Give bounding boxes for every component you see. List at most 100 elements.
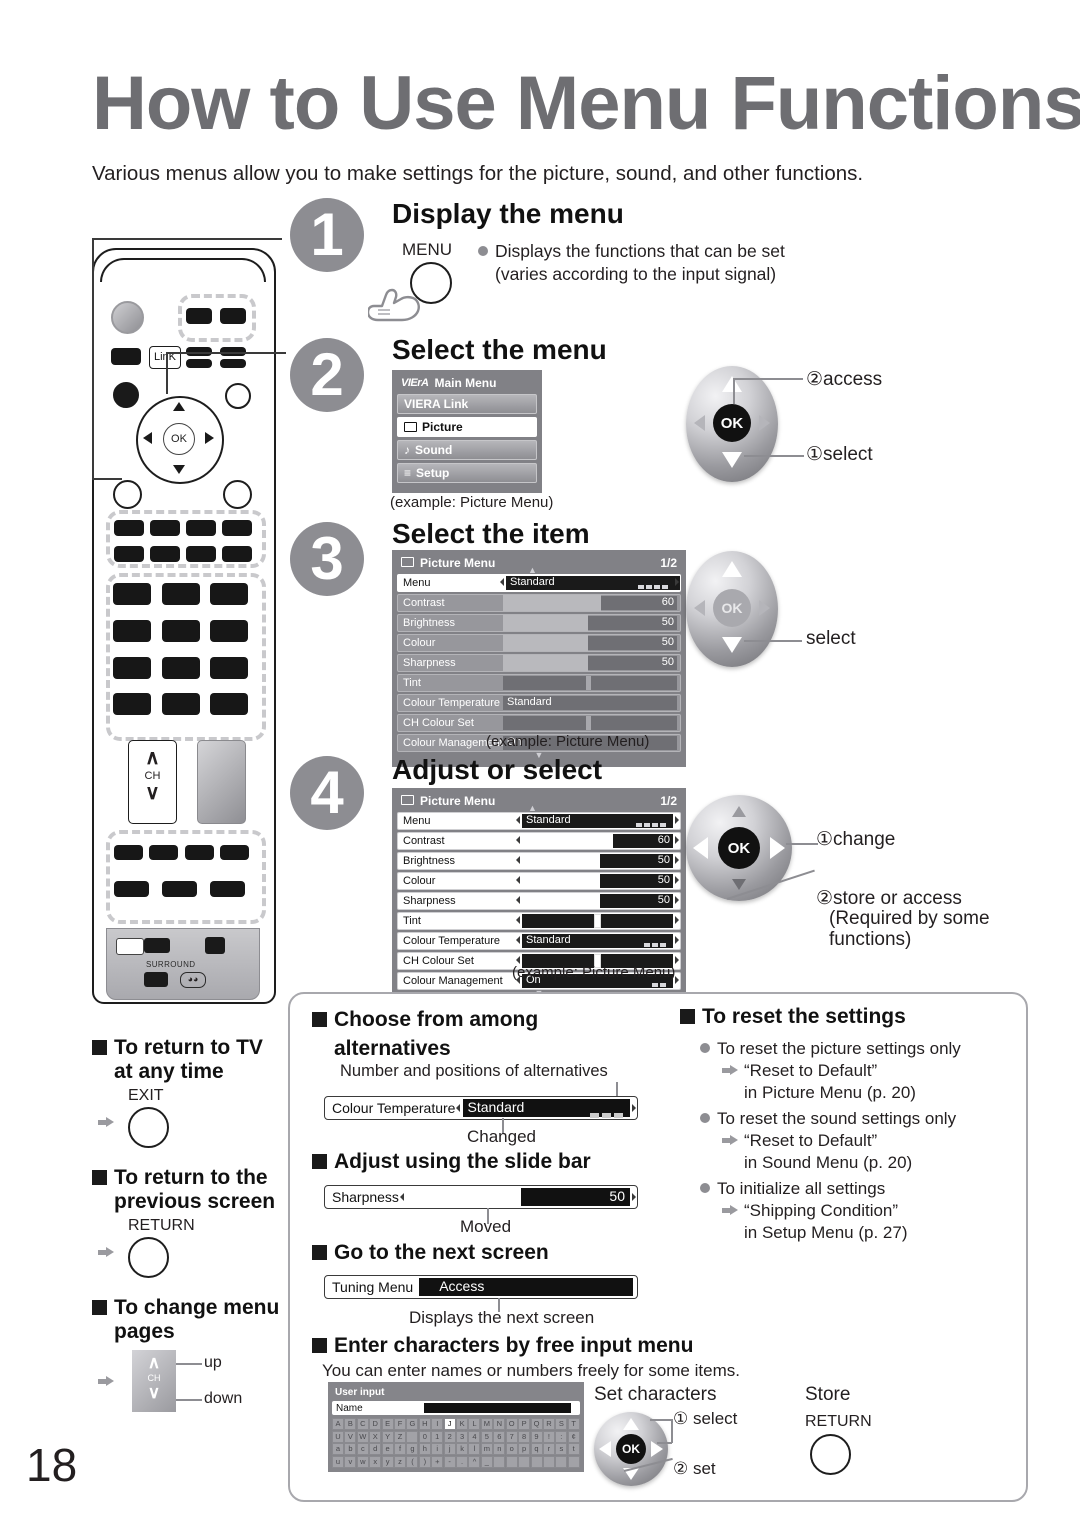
- exit-button-on-remote[interactable]: [113, 480, 142, 509]
- row-value[interactable]: [499, 675, 680, 691]
- remote-button[interactable]: [150, 520, 180, 536]
- right-arrow-icon[interactable]: [675, 836, 679, 844]
- keyboard-key[interactable]: 7: [505, 1430, 518, 1443]
- keyboard-key[interactable]: B: [344, 1418, 357, 1430]
- keyboard-key[interactable]: r: [542, 1443, 555, 1456]
- keyboard-key[interactable]: L: [468, 1418, 481, 1430]
- remote-button[interactable]: [150, 546, 180, 562]
- keyboard-key[interactable]: I: [431, 1418, 444, 1430]
- right-arrow-icon[interactable]: [675, 816, 679, 824]
- row-value[interactable]: 60: [499, 595, 680, 611]
- remote-button[interactable]: [149, 845, 178, 860]
- left-arrow-icon[interactable]: [516, 836, 520, 844]
- remote-button[interactable]: [220, 359, 246, 368]
- remote-button[interactable]: [220, 845, 249, 860]
- keyboard-key[interactable]: 2: [443, 1430, 456, 1443]
- ok-button[interactable]: OK: [616, 1434, 646, 1464]
- menu-row-contrast[interactable]: Contrast 60: [397, 832, 681, 850]
- down-arrow-icon[interactable]: [722, 637, 742, 653]
- keyboard-key[interactable]: u: [332, 1455, 345, 1468]
- menu-row-contrast[interactable]: Contrast 60: [397, 594, 681, 612]
- remote-round-button[interactable]: [225, 383, 251, 409]
- right-arrow-icon[interactable]: [675, 578, 679, 586]
- menu-row-sharpness[interactable]: Sharpness 50: [397, 654, 681, 672]
- keyboard-key[interactable]: M: [480, 1418, 493, 1430]
- row-value[interactable]: 50: [515, 893, 680, 909]
- remote-button[interactable]: [220, 308, 246, 324]
- keyboard-key[interactable]: :: [555, 1430, 568, 1443]
- menu-row-sharpness[interactable]: Sharpness 50: [397, 892, 681, 910]
- keyboard-key[interactable]: Z: [394, 1430, 407, 1443]
- left-arrow-icon[interactable]: [516, 916, 520, 924]
- nav-pad-free-input[interactable]: OK: [594, 1412, 668, 1486]
- keyboard-key[interactable]: O: [505, 1418, 518, 1430]
- remote-button[interactable]: [114, 520, 144, 536]
- channel-down-arrow-icon[interactable]: ∨: [132, 1384, 176, 1401]
- keyboard-key[interactable]: E: [381, 1418, 394, 1430]
- left-arrow-icon[interactable]: [516, 816, 520, 824]
- keyboard-key[interactable]: x: [369, 1455, 382, 1468]
- row-value[interactable]: 50: [499, 635, 680, 651]
- row-value[interactable]: Standard: [515, 813, 680, 829]
- keyboard-key[interactable]: b: [344, 1443, 357, 1456]
- menu-row-menu[interactable]: Menu Standard: [397, 812, 681, 830]
- main-menu-item-picture[interactable]: Picture: [397, 417, 537, 437]
- remote-button[interactable]: [186, 520, 216, 536]
- right-arrow-icon[interactable]: [675, 856, 679, 864]
- up-arrow-icon[interactable]: [722, 561, 742, 577]
- keyboard-key[interactable]: n: [493, 1443, 506, 1456]
- keyboard-key[interactable]: W: [356, 1430, 369, 1443]
- row-value[interactable]: 50: [399, 1186, 637, 1208]
- keyboard-key[interactable]: U: [332, 1430, 345, 1443]
- remote-bottom-button[interactable]: [205, 937, 225, 954]
- menu-row-tint[interactable]: Tint: [397, 912, 681, 930]
- right-arrow-icon[interactable]: [675, 976, 679, 984]
- ok-button[interactable]: OK: [713, 589, 751, 627]
- keyboard-key[interactable]: 0: [418, 1430, 431, 1443]
- channel-up-down-button[interactable]: ∧ CH ∨: [128, 740, 177, 824]
- left-arrow-icon[interactable]: [693, 837, 708, 859]
- row-value[interactable]: 50: [499, 615, 680, 631]
- keyboard-key[interactable]: m: [480, 1443, 493, 1456]
- keyboard-key[interactable]: a: [332, 1443, 345, 1456]
- keyboard-key[interactable]: g: [406, 1443, 419, 1456]
- keyboard-key[interactable]: f: [394, 1443, 407, 1456]
- keyboard-key[interactable]: i: [431, 1443, 444, 1456]
- menu-row-colour[interactable]: Colour 50: [397, 634, 681, 652]
- row-value[interactable]: 50: [499, 655, 680, 671]
- row-value[interactable]: [499, 715, 680, 731]
- keyboard-key[interactable]: v: [344, 1455, 357, 1468]
- remote-button[interactable]: [114, 845, 143, 860]
- keyboard-key[interactable]: 1: [431, 1430, 444, 1443]
- right-arrow-icon[interactable]: [759, 415, 770, 431]
- keyboard-key[interactable]: (: [406, 1455, 419, 1468]
- main-menu-item-sound[interactable]: ♪ Sound: [397, 440, 537, 460]
- remote-bottom-button[interactable]: [116, 938, 144, 955]
- keyboard-key[interactable]: !: [542, 1430, 555, 1443]
- keyboard-key[interactable]: 3: [456, 1430, 469, 1443]
- power-button[interactable]: [111, 301, 144, 334]
- numeric-key[interactable]: [210, 583, 248, 605]
- numeric-key[interactable]: [162, 657, 200, 679]
- nav-pad-step2[interactable]: OK: [686, 366, 778, 482]
- keyboard-key[interactable]: l: [468, 1443, 481, 1456]
- keyboard-key[interactable]: A: [332, 1418, 345, 1430]
- menu-row-colour-temperature[interactable]: Colour Temperature Standard: [397, 694, 681, 712]
- right-arrow-icon[interactable]: [770, 837, 785, 859]
- remote-button[interactable]: [114, 546, 144, 562]
- keyboard-key[interactable]: P: [518, 1418, 531, 1430]
- tip-next-row[interactable]: Tuning Menu Access: [324, 1275, 638, 1299]
- remote-button[interactable]: [222, 546, 252, 562]
- right-arrow-icon[interactable]: [675, 956, 679, 964]
- nav-pad-step4[interactable]: OK: [686, 795, 792, 901]
- left-arrow-icon[interactable]: [456, 1104, 461, 1112]
- keyboard-key[interactable]: d: [369, 1443, 382, 1456]
- remote-round-button[interactable]: [113, 382, 139, 408]
- left-arrow-icon[interactable]: [516, 896, 520, 904]
- left-arrow-icon[interactable]: [516, 956, 520, 964]
- remote-button[interactable]: [111, 348, 141, 365]
- left-arrow-icon[interactable]: [516, 936, 520, 944]
- name-value-field[interactable]: [422, 1403, 571, 1413]
- keyboard-key[interactable]: 6: [493, 1430, 506, 1443]
- remote-button[interactable]: [210, 881, 245, 897]
